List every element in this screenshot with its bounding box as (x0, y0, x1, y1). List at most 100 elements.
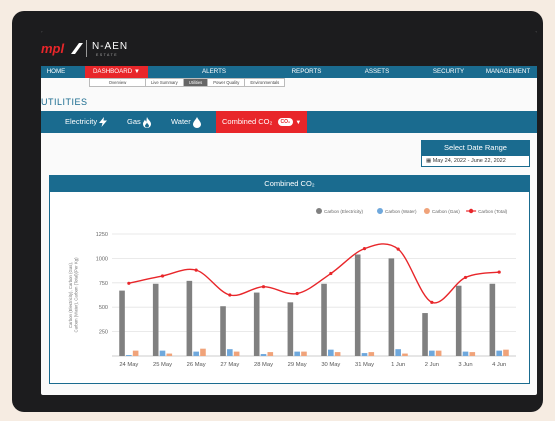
y-tick-label: 1250 (96, 232, 108, 238)
y-tick-label: 500 (99, 305, 108, 311)
total-point (362, 247, 367, 251)
bar-carbon-water (361, 353, 368, 356)
bar-carbon-water (496, 350, 502, 356)
total-point (497, 270, 501, 274)
bar-carbon-electricity (220, 306, 226, 356)
legend-label: Carbon (Total) (478, 209, 508, 214)
legend-label: Carbon (Water) (385, 209, 417, 214)
bar-carbon-water (294, 351, 300, 356)
subnav-power-quality[interactable]: Power Quality (208, 79, 246, 86)
x-tick-label: 25 May (153, 362, 172, 368)
total-point (228, 293, 232, 297)
total-point (329, 271, 333, 276)
bar-carbon-electricity (455, 285, 462, 356)
tab-combined-co2[interactable]: Combined CO₂ CO₂ ▼ (216, 111, 308, 133)
logo-divider (86, 40, 87, 57)
mpl-logo[interactable]: mpl (41, 41, 85, 56)
dashboard-subnav: Overview Live Summary Utilities Power Qu… (89, 78, 286, 87)
x-tick-label: 29 May (288, 362, 307, 368)
tab-electricity[interactable]: Electricity (65, 111, 108, 133)
bar-carbon-electricity (287, 302, 294, 356)
x-tick-label: 31 May (355, 362, 374, 368)
bar-carbon-gas (368, 352, 375, 356)
tab-electricity-label: Electricity (65, 117, 98, 126)
bar-carbon-gas (402, 353, 408, 356)
bar-carbon-gas (435, 350, 442, 356)
bar-carbon-electricity (354, 254, 361, 356)
legend-marker (423, 208, 430, 214)
bar-carbon-water (328, 349, 334, 356)
partner-logo-sub: ESTATE (96, 53, 119, 57)
bar-carbon-water (227, 349, 233, 356)
tab-gas[interactable]: Gas (127, 111, 151, 133)
legend-marker (468, 208, 474, 214)
x-tick-label: 1 Jun (391, 362, 405, 368)
bar-carbon-gas (166, 353, 173, 356)
x-tick-label: 3 Jun (458, 362, 472, 368)
bar-carbon-electricity (388, 258, 395, 356)
bar-carbon-electricity (152, 283, 159, 356)
date-range-field[interactable]: ▦ May 24, 2022 - June 22, 2022 (421, 155, 530, 167)
x-tick-label: 4 Jun (492, 362, 506, 368)
flame-icon (142, 116, 151, 128)
subnav-environmentals[interactable]: Environmentals (245, 79, 284, 86)
nav-dashboard[interactable]: DASHBOARD ▼ (85, 66, 148, 78)
nav-reports[interactable]: REPORTS (284, 66, 329, 78)
bar-carbon-water (429, 350, 435, 356)
panel-title: Combined CO₂ (50, 176, 529, 192)
total-point (160, 274, 165, 278)
bar-carbon-gas (200, 348, 206, 356)
x-tick-label: 30 May (321, 362, 340, 368)
lightning-icon (99, 117, 108, 128)
bar-carbon-gas (132, 350, 139, 356)
y-tick-label: 1000 (96, 256, 108, 262)
utility-tabs: Electricity Gas Water Combined CO₂ CO₂ ▼ (41, 111, 537, 133)
legend-marker (316, 208, 322, 214)
y-axis-label: Carbon (Electricity), Carbon (Gas),Carbo… (68, 257, 79, 333)
nav-management[interactable]: MANAGEMENT (479, 66, 537, 78)
total-point (295, 291, 299, 296)
bar-carbon-electricity (321, 283, 327, 356)
bar-carbon-water (395, 349, 401, 356)
total-point (396, 247, 400, 251)
x-tick-label: 28 May (254, 362, 273, 368)
tab-water-label: Water (171, 117, 191, 126)
chevron-down-icon: ▼ (295, 120, 302, 126)
bar-carbon-gas (301, 351, 307, 356)
dashboard-screen: mpl N-AEN ESTATE HOME DASHBOARD ▼ ALERTS… (41, 31, 537, 395)
bar-carbon-water (126, 355, 132, 356)
y-tick-label: 750 (99, 281, 108, 287)
nav-home[interactable]: HOME (41, 66, 71, 78)
tab-water[interactable]: Water (171, 111, 201, 133)
bar-carbon-gas (334, 352, 341, 356)
x-tick-label: 24 May (119, 362, 138, 368)
bar-carbon-gas (233, 351, 240, 356)
subnav-utilities[interactable]: Utilities (183, 79, 209, 86)
co2-badge: CO₂ (277, 118, 294, 127)
y-tick-label: 250 (99, 330, 108, 336)
total-point (463, 275, 468, 280)
tab-co2-label: Combined CO₂ (222, 117, 273, 126)
total-point (127, 281, 131, 285)
nav-security[interactable]: SECURITY (426, 66, 471, 78)
co2-chart-panel: Combined CO₂ 250 500 750 1000 1250 Carbon (El… (49, 175, 530, 384)
nav-assets[interactable]: ASSETS (357, 66, 397, 78)
select-date-range-button[interactable]: Select Date Range (421, 140, 530, 155)
device-frame: mpl N-AEN ESTATE HOME DASHBOARD ▼ ALERTS… (12, 11, 543, 412)
bar-carbon-water (462, 351, 469, 356)
x-tick-label: 27 May (220, 362, 239, 368)
svg-text:mpl: mpl (41, 41, 65, 56)
bar-carbon-gas (469, 352, 476, 356)
total-point (194, 268, 198, 272)
total-point (430, 300, 434, 304)
legend-label: Carbon (Gas) (432, 209, 460, 214)
bar-carbon-gas (267, 352, 274, 356)
bar-carbon-water (193, 351, 199, 356)
subnav-overview[interactable]: Overview (90, 79, 146, 86)
partner-logo: N-AEN (92, 41, 129, 52)
subnav-live-summary[interactable]: Live Summary (146, 79, 184, 86)
bar-carbon-electricity (253, 292, 260, 356)
legend-marker (377, 208, 383, 214)
nav-alerts[interactable]: ALERTS (194, 66, 234, 78)
main-nav: HOME DASHBOARD ▼ ALERTS REPORTS ASSETS S… (41, 66, 537, 78)
